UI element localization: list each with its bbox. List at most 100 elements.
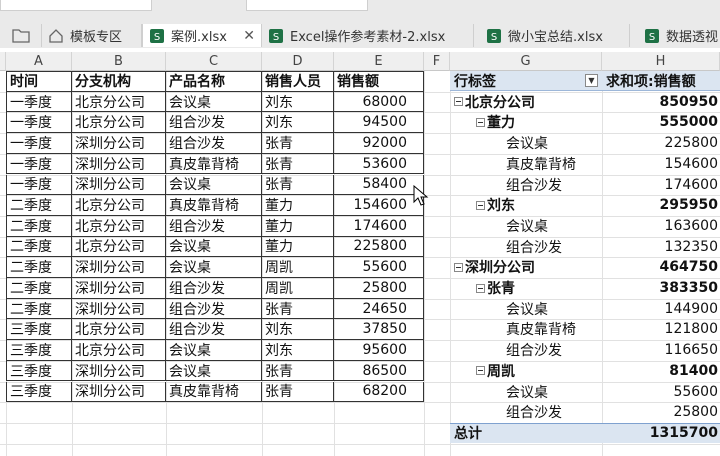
- table-cell[interactable]: 二季度: [6, 257, 72, 278]
- table-cell[interactable]: 一季度: [6, 91, 72, 113]
- formula-box-fragment[interactable]: [246, 0, 368, 11]
- collapse-icon[interactable]: [476, 366, 485, 376]
- table-cell[interactable]: 二季度: [6, 215, 72, 237]
- folder-tab[interactable]: [0, 24, 42, 47]
- tab-excel-reference[interactable]: S Excel操作参考素材-2.xlsx: [262, 24, 474, 47]
- table-cell[interactable]: 25800: [334, 278, 424, 299]
- column-header-d[interactable]: D: [262, 52, 334, 71]
- pivot-total-label-cell[interactable]: 总计: [450, 422, 602, 443]
- table-cell[interactable]: 真皮靠背椅: [166, 381, 262, 403]
- table-cell[interactable]: 86500: [334, 360, 424, 382]
- table-cell[interactable]: 94500: [334, 112, 424, 134]
- table-cell[interactable]: 组合沙发: [166, 133, 262, 154]
- column-header-h[interactable]: H: [602, 52, 720, 71]
- pivot-row-label-cell[interactable]: 张青: [452, 278, 602, 298]
- table-cell[interactable]: 董力: [262, 195, 334, 216]
- table-header-cell[interactable]: 产品名称: [166, 71, 262, 92]
- table-cell[interactable]: 刘东: [262, 319, 334, 341]
- collapse-icon[interactable]: [476, 117, 485, 127]
- table-cell[interactable]: 174600: [334, 215, 424, 237]
- table-cell[interactable]: 三季度: [6, 360, 72, 382]
- table-cell[interactable]: 组合沙发: [166, 112, 262, 134]
- table-cell[interactable]: 二季度: [6, 298, 72, 320]
- pivot-row-value-cell[interactable]: 225800: [602, 133, 720, 153]
- pivot-row-value-cell[interactable]: 174600: [602, 175, 720, 195]
- table-cell[interactable]: 北京分公司: [72, 340, 166, 361]
- table-header-cell[interactable]: 销售额: [334, 71, 424, 92]
- pivot-row-label-cell[interactable]: 会议桌: [452, 299, 602, 319]
- table-cell[interactable]: 55600: [334, 257, 424, 278]
- table-cell[interactable]: 深圳分公司: [72, 381, 166, 403]
- pivot-row-label-cell[interactable]: 真皮靠背椅: [452, 319, 602, 339]
- tab-templates[interactable]: 模板专区: [42, 24, 142, 47]
- table-cell[interactable]: 张青: [262, 381, 334, 403]
- table-cell[interactable]: 董力: [262, 236, 334, 258]
- pivot-row-label-cell[interactable]: 组合沙发: [452, 402, 602, 422]
- table-cell[interactable]: 张青: [262, 298, 334, 320]
- table-cell[interactable]: 68200: [334, 381, 424, 403]
- table-cell[interactable]: 北京分公司: [72, 215, 166, 237]
- table-cell[interactable]: 三季度: [6, 381, 72, 403]
- pivot-row-value-cell[interactable]: 121800: [602, 319, 720, 339]
- column-header-g[interactable]: G: [450, 52, 602, 71]
- table-cell[interactable]: 北京分公司: [72, 112, 166, 134]
- pivot-row-value-cell[interactable]: 154600: [602, 154, 720, 174]
- column-header-e[interactable]: E: [334, 52, 424, 71]
- table-cell[interactable]: 三季度: [6, 340, 72, 361]
- table-cell[interactable]: 真皮靠背椅: [166, 195, 262, 216]
- table-cell[interactable]: 24650: [334, 298, 424, 320]
- table-cell[interactable]: 92000: [334, 133, 424, 154]
- table-cell[interactable]: 真皮靠背椅: [166, 153, 262, 175]
- collapse-icon[interactable]: [454, 97, 463, 107]
- table-cell[interactable]: 一季度: [6, 112, 72, 134]
- table-cell[interactable]: 95600: [334, 340, 424, 361]
- pivot-value-header[interactable]: 求和项:销售额: [602, 71, 720, 91]
- table-cell[interactable]: 组合沙发: [166, 215, 262, 237]
- pivot-row-value-cell[interactable]: 163600: [602, 216, 720, 236]
- table-cell[interactable]: 周凯: [262, 278, 334, 299]
- collapse-icon[interactable]: [476, 283, 485, 293]
- table-cell[interactable]: 一季度: [6, 174, 72, 196]
- table-cell[interactable]: 深圳分公司: [72, 298, 166, 320]
- filter-dropdown-icon[interactable]: ▼: [585, 74, 598, 87]
- table-header-cell[interactable]: 时间: [6, 71, 72, 92]
- pivot-row-value-cell[interactable]: 132350: [602, 237, 720, 257]
- table-cell[interactable]: 深圳分公司: [72, 360, 166, 382]
- pivot-row-label-header[interactable]: 行标签 ▼: [450, 71, 602, 91]
- pivot-row-value-cell[interactable]: 144900: [602, 299, 720, 319]
- pivot-row-label-cell[interactable]: 会议桌: [452, 382, 602, 402]
- table-cell[interactable]: 董力: [262, 215, 334, 237]
- table-cell[interactable]: 会议桌: [166, 236, 262, 258]
- table-cell[interactable]: 张青: [262, 174, 334, 196]
- pivot-row-label-cell[interactable]: 会议桌: [452, 133, 602, 153]
- pivot-row-value-cell[interactable]: 55600: [602, 382, 720, 402]
- table-cell[interactable]: 深圳分公司: [72, 133, 166, 154]
- table-cell[interactable]: 张青: [262, 360, 334, 382]
- table-cell[interactable]: 组合沙发: [166, 319, 262, 341]
- table-cell[interactable]: 68000: [334, 91, 424, 113]
- pivot-total-value-cell[interactable]: 1315700: [602, 422, 720, 443]
- pivot-row-label-cell[interactable]: 组合沙发: [452, 340, 602, 360]
- pivot-row-label-cell[interactable]: 周凯: [452, 361, 602, 381]
- table-cell[interactable]: 225800: [334, 236, 424, 258]
- pivot-row-value-cell[interactable]: 81400: [602, 361, 720, 381]
- pivot-row-label-cell[interactable]: 组合沙发: [452, 237, 602, 257]
- table-cell[interactable]: 一季度: [6, 133, 72, 154]
- pivot-row-label-cell[interactable]: 刘东: [452, 195, 602, 215]
- table-cell[interactable]: 深圳分公司: [72, 174, 166, 196]
- table-cell[interactable]: 会议桌: [166, 340, 262, 361]
- table-cell[interactable]: 周凯: [262, 257, 334, 278]
- column-header-a[interactable]: A: [6, 52, 72, 71]
- collapse-icon[interactable]: [476, 200, 485, 210]
- pivot-row-value-cell[interactable]: 464750: [602, 257, 720, 277]
- table-cell[interactable]: 张青: [262, 133, 334, 154]
- close-tab-icon[interactable]: ✕: [243, 28, 255, 44]
- table-cell[interactable]: 组合沙发: [166, 298, 262, 320]
- pivot-row-value-cell[interactable]: 25800: [602, 402, 720, 422]
- table-cell[interactable]: 组合沙发: [166, 278, 262, 299]
- pivot-row-label-cell[interactable]: 会议桌: [452, 216, 602, 236]
- table-header-cell[interactable]: 销售人员: [262, 71, 334, 92]
- table-cell[interactable]: 北京分公司: [72, 195, 166, 216]
- pivot-row-value-cell[interactable]: 295950: [602, 195, 720, 215]
- column-header-b[interactable]: B: [72, 52, 166, 71]
